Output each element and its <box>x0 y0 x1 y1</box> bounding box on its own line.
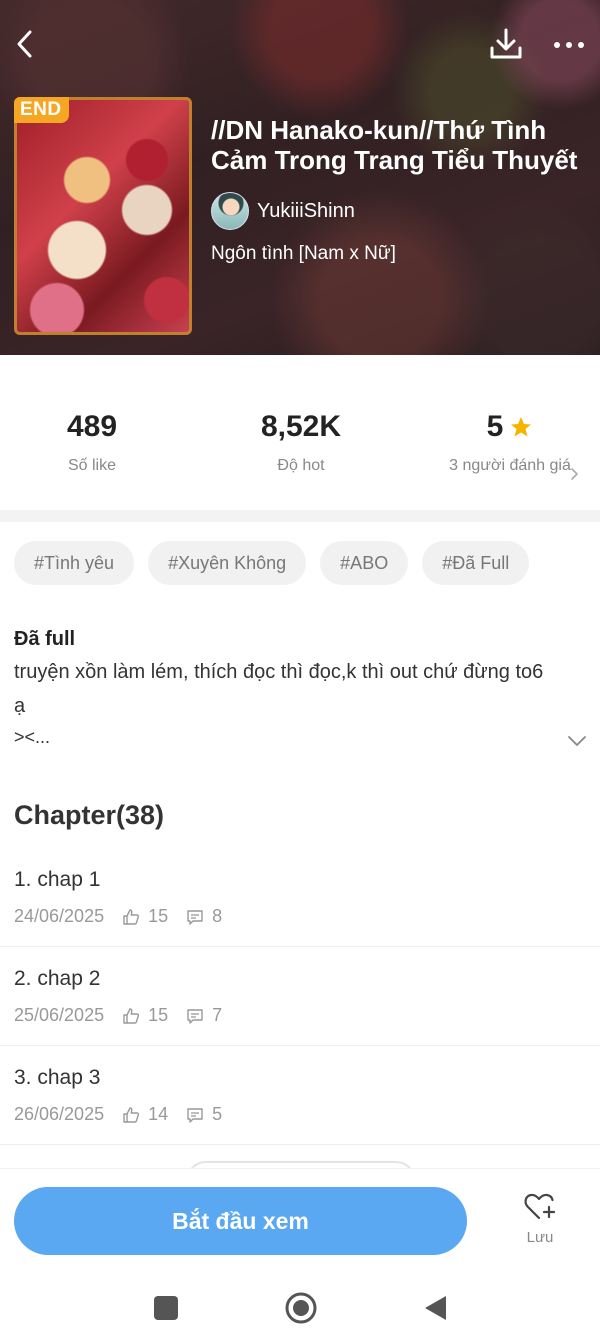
home-icon[interactable] <box>284 1291 318 1325</box>
section-divider <box>0 510 600 522</box>
description-ellipsis: ><... <box>14 727 51 747</box>
rating-value-row: 5 <box>445 405 575 449</box>
tag-chip[interactable]: #Tình yêu <box>14 541 135 585</box>
likes-count: 489 <box>66 410 118 443</box>
save-button[interactable]: Lưu <box>510 1191 570 1255</box>
story-header: END //DN Hanako-kun//Thứ Tình Cảm Trong … <box>0 0 600 355</box>
author-name[interactable]: YukiiiShinn <box>257 200 355 223</box>
comment-icon <box>187 1107 203 1123</box>
chapter-date: 26/06/2025 <box>14 1104 105 1124</box>
chapter-heading: Chapter(38) <box>14 800 165 830</box>
heart-plus-icon <box>524 1193 556 1220</box>
hot-label: Độ hot <box>277 457 325 474</box>
chapter-likes: 15 <box>148 906 169 926</box>
genre-label: Ngôn tình [Nam x Nữ] <box>211 243 396 264</box>
chapter-date: 24/06/2025 <box>14 906 105 926</box>
description-text: truyện xồn làm lém, thích đọc thì đọc,k … <box>14 661 544 717</box>
avatar[interactable] <box>211 192 249 230</box>
chapter-comments: 8 <box>212 906 223 926</box>
save-label: Lưu <box>526 1229 554 1246</box>
stats-panel: 489 Số like 8,52K Độ hot 5 3 người đánh … <box>0 355 600 510</box>
chevron-right-icon[interactable] <box>566 466 582 482</box>
chapter-row[interactable]: 1. chap 1 24/06/2025 15 8 <box>0 848 600 947</box>
likes-label: Số like <box>67 457 117 474</box>
chapter-title: 2. chap 2 <box>14 967 101 990</box>
star-icon <box>511 417 532 437</box>
nav-back-icon[interactable] <box>422 1294 448 1322</box>
comment-icon <box>187 1008 203 1024</box>
story-title: //DN Hanako-kun//Thứ Tình Cảm Trong Tran… <box>211 115 578 175</box>
thumb-up-icon <box>123 1007 140 1024</box>
rating-label: 3 người đánh giá <box>449 457 571 474</box>
description: Đã full truyện xồn làm lém, thích đọc th… <box>14 625 554 751</box>
chapter-likes: 15 <box>148 1005 169 1025</box>
chevron-down-icon[interactable] <box>566 730 588 752</box>
more-options-button[interactable] <box>550 30 590 60</box>
thumb-up-icon <box>123 1106 140 1123</box>
hot-count: 8,52K <box>260 410 342 443</box>
more-dots-icon <box>566 42 572 48</box>
tag-list: #Tình yêu #Xuyên Không #ABO #Đã Full <box>14 541 530 585</box>
more-dots-icon <box>554 42 560 48</box>
end-badge: END <box>14 97 69 123</box>
chapter-row[interactable]: 3. chap 3 26/06/2025 14 5 <box>0 1046 600 1145</box>
stat-hot: 8,52K Độ hot <box>201 405 401 476</box>
thumb-up-icon <box>123 908 140 925</box>
chapter-meta: 25/06/2025 15 7 <box>14 1005 586 1026</box>
system-nav-bar <box>0 1268 600 1335</box>
more-dots-icon <box>578 42 584 48</box>
tag-chip[interactable]: #Xuyên Không <box>148 541 307 585</box>
chapter-meta: 24/06/2025 15 8 <box>14 906 586 927</box>
chapter-meta: 26/06/2025 14 5 <box>14 1104 586 1125</box>
chapter-likes: 14 <box>148 1104 169 1124</box>
chapter-comments: 7 <box>212 1005 223 1025</box>
chevron-left-icon <box>17 30 32 58</box>
tag-chip[interactable]: #Đã Full <box>422 541 530 585</box>
stat-likes: 489 Số like <box>0 405 192 476</box>
start-reading-button[interactable]: Bắt đầu xem <box>14 1187 467 1255</box>
chapter-title: 1. chap 1 <box>14 868 101 891</box>
chapter-row[interactable]: 2. chap 2 25/06/2025 15 7 <box>0 947 600 1046</box>
tag-chip[interactable]: #ABO <box>320 541 409 585</box>
download-icon <box>490 28 522 59</box>
chapter-date: 25/06/2025 <box>14 1005 105 1025</box>
download-button[interactable] <box>488 26 524 62</box>
description-title: Đã full <box>14 628 76 650</box>
chapter-title: 3. chap 3 <box>14 1066 101 1089</box>
chapter-list: 1. chap 1 24/06/2025 15 8 2. chap 2 25/0… <box>0 848 600 1145</box>
recent-apps-icon[interactable] <box>154 1296 178 1320</box>
comment-icon <box>187 909 203 925</box>
author-link[interactable]: YukiiiShinn <box>211 192 355 230</box>
action-bar: Bắt đầu xem Lưu <box>0 1168 600 1268</box>
cover-image[interactable] <box>14 97 192 335</box>
rating-value: 5 <box>486 410 504 443</box>
chapter-comments: 5 <box>212 1104 223 1124</box>
back-button[interactable] <box>8 26 44 62</box>
top-bar <box>0 0 600 90</box>
